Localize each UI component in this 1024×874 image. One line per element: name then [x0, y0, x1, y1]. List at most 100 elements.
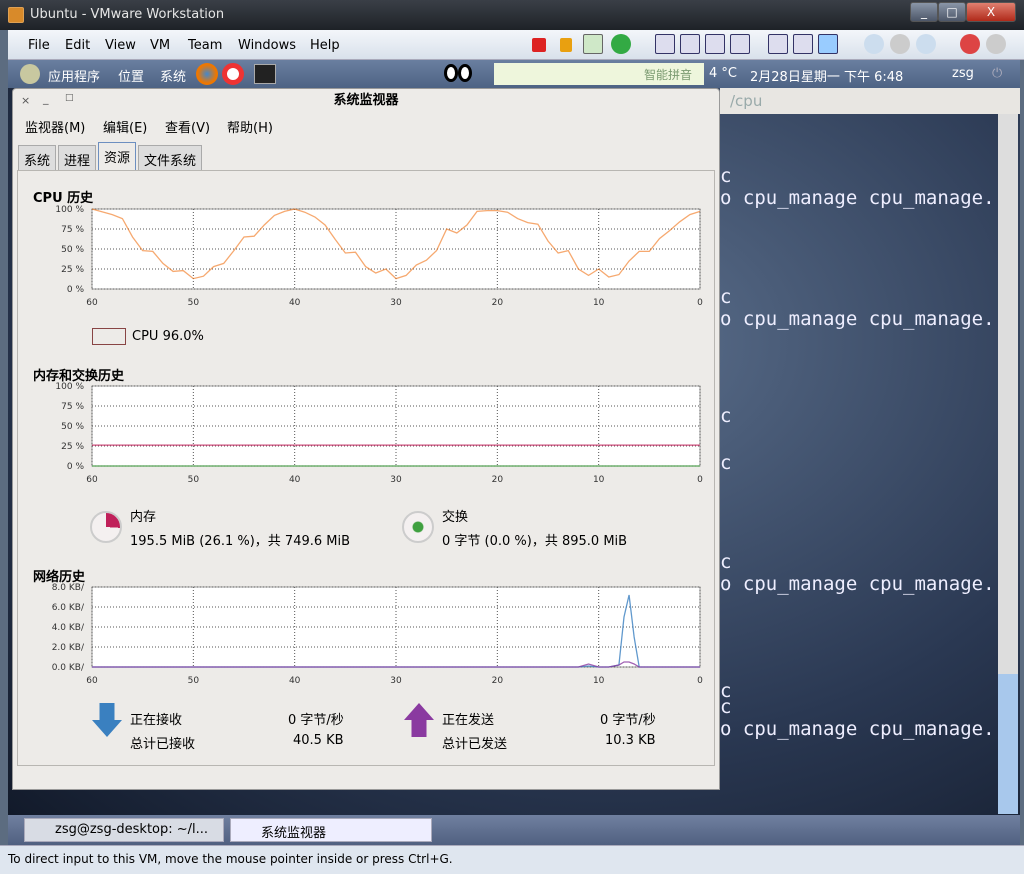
y-tick-label: 4.0 KB/ — [52, 623, 85, 633]
x-tick-label: 20 — [492, 676, 504, 686]
appliance-view-icon[interactable] — [818, 34, 838, 54]
taskbar-terminal-label: zsg@zsg-desktop: ~/l... — [55, 822, 209, 837]
receive-arrow-icon[interactable] — [92, 703, 122, 737]
y-tick-label: 6.0 KB/ — [52, 603, 85, 613]
record-icon[interactable] — [960, 34, 980, 54]
snapshot-icon[interactable] — [864, 34, 884, 54]
unity-icon[interactable] — [730, 34, 750, 54]
y-tick-label: 25 % — [61, 442, 84, 452]
taskbar-terminal[interactable]: zsg@zsg-desktop: ~/l... — [24, 818, 224, 842]
system-monitor-window: 系统监视器 × _ □ 监视器(M) 编辑(E) 查看(V) 帮助(H) 系统 … — [12, 88, 720, 790]
close-button[interactable]: X — [966, 2, 1016, 22]
suspend-icon[interactable] — [560, 38, 572, 52]
menu-edit[interactable]: Edit — [65, 38, 90, 53]
x-tick-label: 30 — [390, 676, 402, 686]
user-menu[interactable]: zsg — [952, 66, 974, 81]
sending-label: 正在发送 — [442, 713, 495, 728]
menu-help[interactable]: 帮助(H) — [227, 117, 273, 136]
memory-pie-icon[interactable] — [90, 511, 122, 543]
total-sent: 10.3 KB — [605, 733, 656, 748]
tab-filesystems[interactable]: 文件系统 — [138, 145, 203, 171]
menu-windows[interactable]: Windows — [238, 38, 296, 53]
places-menu[interactable]: 位置 — [118, 66, 144, 85]
help-icon[interactable] — [222, 63, 244, 85]
x-tick-label: 30 — [390, 298, 402, 308]
maximize-icon[interactable]: □ — [65, 93, 74, 103]
y-tick-label: 100 % — [55, 382, 84, 392]
cpu-color-swatch[interactable] — [92, 328, 126, 345]
x-tick-label: 10 — [593, 475, 605, 485]
window-titlebar: Ubuntu - VMware Workstation _ □ X — [0, 0, 1024, 30]
cpu-history-chart: 0 % 25 % 50 % 75 % 100 % 60 50 40 30 20 10 0 — [55, 205, 703, 308]
y-tick-label: 50 % — [61, 245, 84, 255]
minimize-icon[interactable]: _ — [43, 92, 49, 105]
x-tick-label: 10 — [593, 298, 605, 308]
taskbar-system-monitor[interactable]: 系统监视器 — [230, 818, 432, 842]
power-icon[interactable]: ⏻ — [992, 66, 1002, 81]
x-tick-label: 50 — [188, 676, 200, 686]
memory-value: 195.5 MiB (26.1 %)，共 749.6 MiB — [130, 534, 351, 549]
x-tick-label: 0 — [697, 298, 703, 308]
y-tick-label: 25 % — [61, 265, 84, 275]
memory-label: 内存 — [130, 510, 157, 525]
menu-view[interactable]: View — [105, 38, 136, 53]
summary-icon[interactable] — [793, 34, 813, 54]
power-on-icon[interactable] — [583, 34, 603, 54]
close-icon[interactable]: × — [21, 94, 30, 107]
menu-edit[interactable]: 编辑(E) — [103, 117, 147, 136]
terminal-line: c — [720, 286, 732, 308]
x-tick-label: 30 — [390, 475, 402, 485]
menu-monitor[interactable]: 监视器(M) — [25, 117, 85, 136]
applications-menu[interactable]: 应用程序 — [48, 66, 100, 85]
y-tick-label: 100 % — [55, 205, 84, 215]
window-title: Ubuntu - VMware Workstation — [30, 7, 225, 22]
terminal-line: o cpu_manage cpu_manage. — [720, 718, 995, 740]
fullscreen-icon[interactable] — [680, 34, 700, 54]
x-tick-label: 20 — [492, 298, 504, 308]
maximize-button[interactable]: □ — [938, 2, 966, 22]
x-tick-label: 10 — [593, 676, 605, 686]
send-arrow-icon[interactable] — [404, 703, 434, 737]
menu-view[interactable]: 查看(V) — [165, 117, 210, 136]
clock[interactable]: 2月28日星期一 下午 6:48 — [750, 66, 903, 85]
replay-icon[interactable] — [986, 34, 1006, 54]
firefox-icon[interactable] — [196, 63, 218, 85]
resources-panel: CPU 历史 0 % 25 % 50 % 75 % 100 % 60 50 40 30 20 10… — [17, 170, 715, 766]
minimize-button[interactable]: _ — [910, 2, 938, 22]
y-tick-label: 75 % — [61, 225, 84, 235]
tab-system[interactable]: 系统 — [18, 145, 57, 171]
x-tick-label: 50 — [188, 475, 200, 485]
weather[interactable]: 4 °C — [709, 66, 737, 81]
terminal-line: c — [720, 405, 732, 427]
snapshot-manager-icon[interactable] — [916, 34, 936, 54]
ime-toolbar[interactable]: 智能拼音 — [494, 63, 704, 85]
y-tick-label: 8.0 KB/ — [52, 583, 85, 593]
taskbar-monitor-label: 系统监视器 — [261, 826, 327, 841]
tab-resources[interactable]: 资源 — [98, 142, 137, 171]
console-icon[interactable] — [768, 34, 788, 54]
terminal-scrollbar[interactable] — [998, 114, 1018, 814]
x-tick-label: 0 — [697, 676, 703, 686]
tab-processes[interactable]: 进程 — [58, 145, 97, 171]
menu-file[interactable]: File — [28, 38, 50, 53]
system-menu[interactable]: 系统 — [160, 66, 186, 85]
y-tick-label: 75 % — [61, 402, 84, 412]
swap-label: 交换 — [442, 510, 469, 525]
quick-switch-icon[interactable] — [705, 34, 725, 54]
sidebar-icon[interactable] — [655, 34, 675, 54]
menu-help[interactable]: Help — [310, 38, 340, 53]
terminal-line: c — [720, 165, 732, 187]
reset-icon[interactable] — [611, 34, 631, 54]
menu-team[interactable]: Team — [188, 38, 222, 53]
y-tick-label: 0 % — [67, 285, 85, 295]
swap-pie-icon[interactable] — [402, 511, 434, 543]
swap-value: 0 字节 (0.0 %)，共 895.0 MiB — [442, 534, 628, 549]
power-off-icon[interactable] — [532, 38, 546, 52]
cpu-heading: CPU 历史 — [33, 191, 94, 206]
revert-snapshot-icon[interactable] — [890, 34, 910, 54]
x-tick-label: 20 — [492, 475, 504, 485]
status-message: To direct input to this VM, move the mou… — [8, 852, 453, 866]
menu-vm[interactable]: VM — [150, 38, 170, 53]
terminal-icon[interactable] — [254, 64, 276, 84]
x-tick-label: 60 — [86, 298, 98, 308]
